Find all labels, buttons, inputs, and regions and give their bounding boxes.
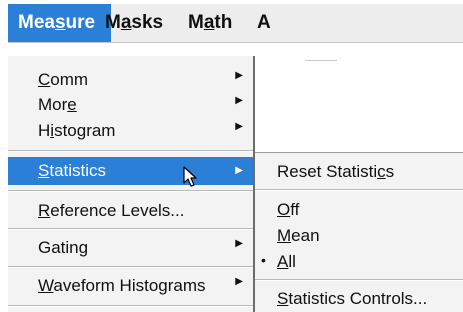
mnemonic: W [38,276,54,295]
menu-label: Measure [18,12,95,33]
submenu-arrow-icon: ▶ [235,165,243,176]
mnemonic: a [203,12,215,33]
text: eference Levels... [50,201,185,220]
menubar: Measure Masks Math A [8,4,463,43]
menu-separator [8,266,253,268]
mnemonic: S [38,161,50,180]
mouse-pointer-icon [183,166,197,187]
text: H [38,121,51,140]
divider [305,60,337,61]
menu-item-reference-levels[interactable]: Reference Levels... [8,201,253,225]
screen: Measure Masks Math A Comm ▶ More ▶ Histo… [0,0,463,312]
bullet-icon: • [261,252,266,268]
submenu-arrow-icon: ▶ [235,70,243,81]
statistics-submenu: Reset Statistics Off Mean • All Statisti… [255,152,463,312]
submenu-arrow-icon: ▶ [235,121,243,132]
mnemonic: S [277,289,289,308]
submenu-item-mean[interactable]: Mean [255,226,463,250]
text: tatistics [49,161,107,180]
submenu-border [255,152,463,153]
text: Reset Statisti [277,162,378,181]
text: ff [290,200,300,219]
text: A [257,12,271,33]
menu-item-statistics[interactable]: Statistics ▶ [8,157,253,185]
mnemonic: R [38,201,51,220]
text: sks [131,12,164,33]
text: Gating [38,238,89,257]
submenu-item-off[interactable]: Off [255,200,463,224]
menu-separator [8,150,253,152]
mnemonic: A [277,252,289,271]
menu-separator [8,305,253,307]
submenu-item-all[interactable]: • All [255,252,463,276]
text: th [214,12,233,33]
menu-separator [8,228,253,230]
text: Mor [38,95,68,114]
text: M [105,12,121,33]
mnemonic: a [120,12,132,33]
text: tatistics Controls... [288,289,428,308]
menu-item-histogram[interactable]: Histogram ▶ [8,121,253,143]
mnemonic: O [277,200,291,219]
submenu-arrow-icon: ▶ [235,95,243,106]
text: ure [65,12,96,33]
mnemonic: s [54,12,66,33]
submenu-arrow-icon: ▶ [235,238,243,249]
text: omm [50,70,89,89]
text: Mea [18,12,55,33]
submenu-arrow-icon: ▶ [235,276,243,287]
menu-separator [8,190,253,192]
text: aveform Histograms [53,276,206,295]
mnemonic: c [377,162,386,181]
measure-dropdown-menu: Comm ▶ More ▶ Histogram ▶ Statistics ▶ R… [8,56,255,312]
menu-separator [255,189,463,191]
submenu-item-statistics-controls[interactable]: Statistics Controls... [255,289,463,312]
menu-item-gating[interactable]: Gating ▶ [8,238,253,262]
text: stogram [54,121,116,140]
menu-item-waveform-histograms[interactable]: Waveform Histograms ▶ [8,276,253,300]
text: ll [288,252,296,271]
text: s [385,162,395,181]
mnemonic: C [38,70,51,89]
menu-separator [255,279,463,281]
menu-item-more[interactable]: More ▶ [8,95,253,117]
menu-a-truncated[interactable]: A [247,4,271,42]
menu-item-comm[interactable]: Comm ▶ [8,70,253,92]
text: ean [291,226,320,245]
submenu-item-reset-statistics[interactable]: Reset Statistics [255,162,463,186]
menu-math[interactable]: Math [178,4,242,42]
mnemonic: e [67,95,77,114]
mnemonic: M [277,226,292,245]
menu-masks[interactable]: Masks [95,4,173,42]
text: M [188,12,204,33]
